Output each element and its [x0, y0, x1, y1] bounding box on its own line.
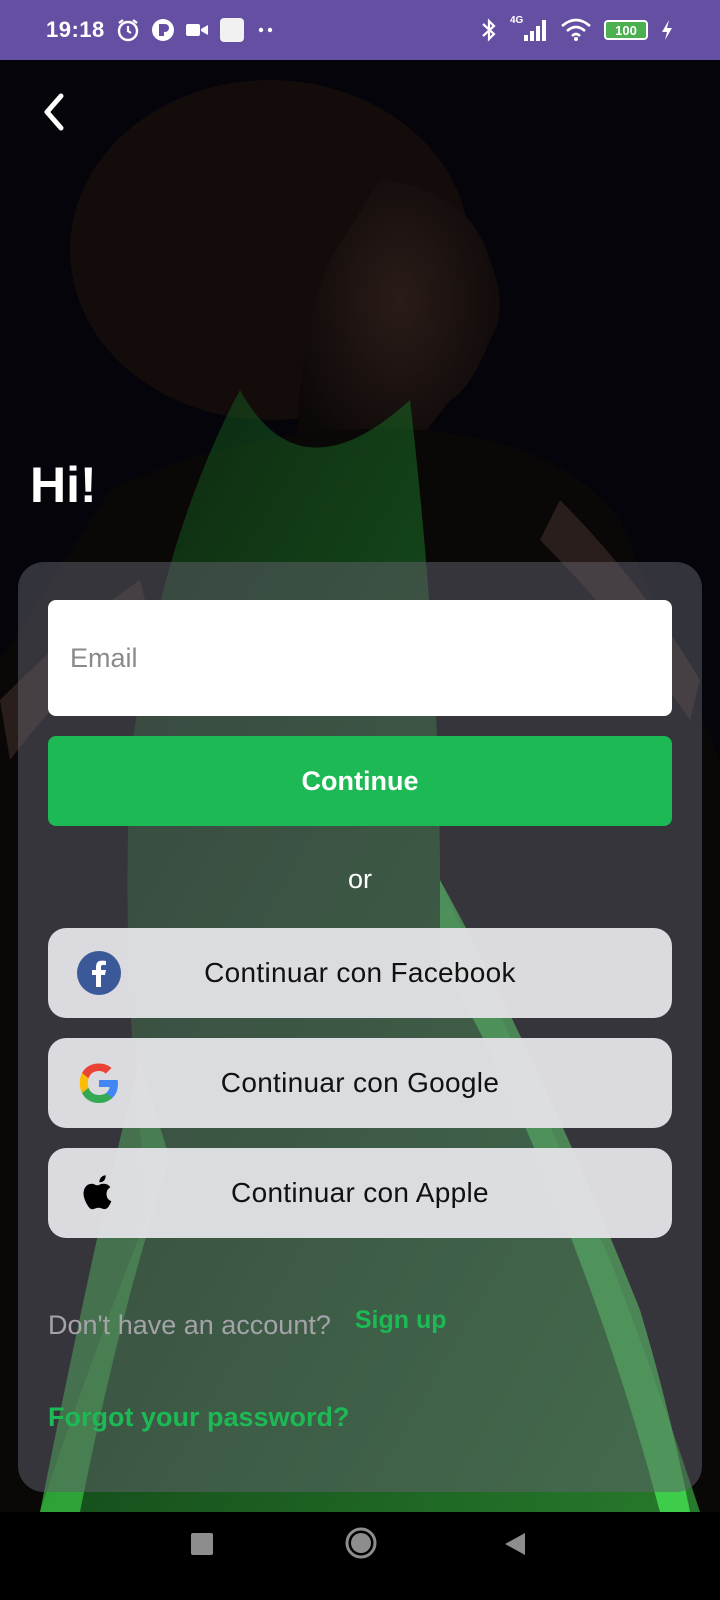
battery-icon: 100 [604, 20, 648, 40]
signup-row: Don't have an account? Sign up [48, 1306, 447, 1341]
app-notification-icon [151, 19, 174, 41]
or-divider: or [347, 864, 372, 894]
status-time: 19:18 [46, 17, 105, 42]
status-bar: 19:18 4G 100 [0, 0, 720, 60]
apple-icon [83, 1175, 112, 1210]
square-notification-icon [219, 18, 244, 42]
continue-label: Continue [301, 765, 419, 796]
forgot-password-link[interactable]: Forgot your password? [48, 1402, 350, 1433]
back-button[interactable] [30, 88, 78, 136]
email-input[interactable] [48, 600, 672, 716]
continue-button[interactable]: Continue [48, 736, 672, 826]
system-icons: 4G 100 [480, 15, 674, 43]
facebook-icon [77, 951, 121, 995]
square-recents-icon[interactable] [191, 1533, 213, 1555]
google-login-label: Continuar con Google [220, 1067, 500, 1098]
video-camera-icon [185, 24, 208, 36]
charging-icon [662, 20, 672, 40]
triangle-back-icon[interactable] [503, 1531, 527, 1557]
signup-prompt: Don't have an account? [48, 1310, 331, 1340]
cellular-signal-icon: 4G [510, 15, 548, 43]
facebook-login-button[interactable]: Continuar con Facebook [48, 928, 672, 1018]
signup-link[interactable]: Sign up [355, 1306, 447, 1335]
circle-home-icon[interactable] [344, 1526, 378, 1560]
chevron-left-icon [44, 93, 64, 131]
more-dots-icon [258, 27, 272, 33]
notification-icons [115, 17, 277, 43]
facebook-login-label: Continuar con Facebook [204, 957, 516, 988]
greeting-title: Hi! [30, 457, 97, 513]
bluetooth-icon [482, 18, 496, 42]
wifi-icon [561, 18, 591, 41]
google-icon [79, 1063, 118, 1103]
google-login-button[interactable]: Continuar con Google [48, 1038, 672, 1128]
login-screen: 19:18 4G 100 Hi! Email Continue or Conti… [0, 0, 720, 1600]
apple-login-label: Continuar con Apple [231, 1177, 489, 1208]
apple-login-button[interactable]: Continuar con Apple [48, 1148, 672, 1238]
alarm-icon [117, 19, 138, 42]
